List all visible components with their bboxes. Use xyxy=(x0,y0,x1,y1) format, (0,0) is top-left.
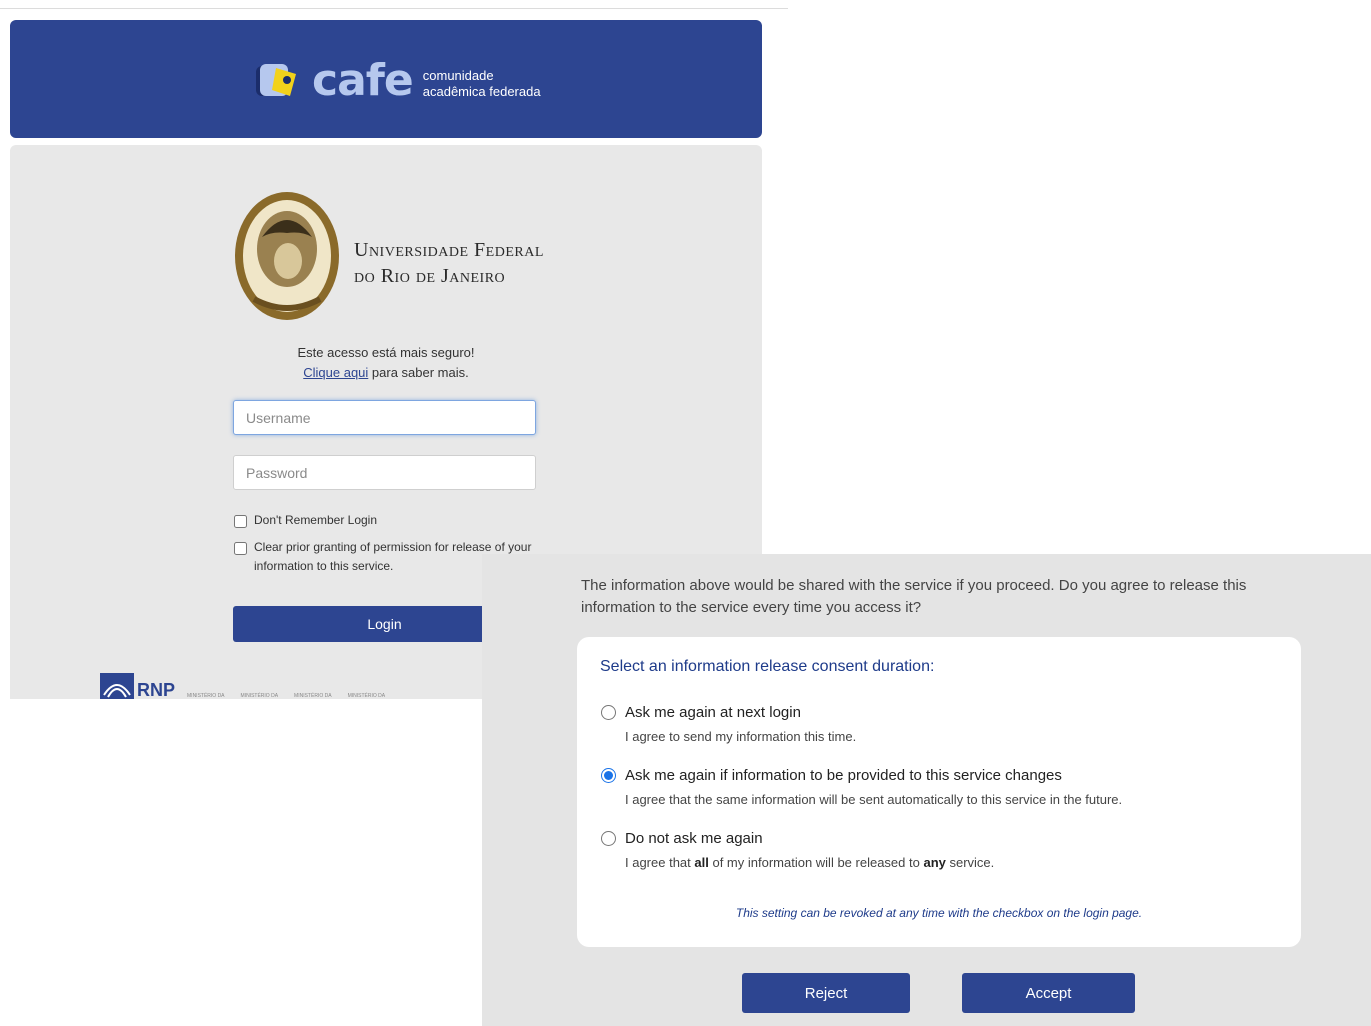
consent-option-next-login[interactable]: Ask me again at next login I agree to se… xyxy=(600,704,856,744)
consent-panel: The information above would be shared wi… xyxy=(482,554,1371,1026)
revoke-note: This setting can be revoked at any time … xyxy=(735,906,1143,920)
consent-option-never-ask[interactable]: Do not ask me again I agree that all of … xyxy=(600,830,994,870)
consent-card-title: Select an information release consent du… xyxy=(600,658,935,675)
option-description: I agree to send my information this time… xyxy=(625,729,857,744)
option-description: I agree that all of my information will … xyxy=(625,855,995,870)
dont-remember-login-label: Don't Remember Login xyxy=(254,513,378,527)
university-crest-icon xyxy=(232,189,342,323)
dont-remember-login-checkbox[interactable] xyxy=(234,515,247,528)
cafe-wordmark: cafe xyxy=(312,55,414,106)
secure-access-text: Este acesso está mais seguro! xyxy=(297,345,475,360)
cafe-logo: cafe comunidade acadêmica federada xyxy=(254,54,541,108)
cafe-header: cafe comunidade acadêmica federada xyxy=(10,20,762,138)
ministry-logo-2: MINISTÉRIO DA xyxy=(240,693,279,699)
dont-remember-login-row[interactable]: Don't Remember Login xyxy=(233,511,377,530)
option-label: Ask me again at next login xyxy=(625,704,801,721)
option-label: Ask me again if information to be provid… xyxy=(625,767,1062,784)
ministry-logo-1: MINISTÉRIO DA xyxy=(187,693,225,699)
rnp-logo-icon xyxy=(100,673,134,699)
top-divider xyxy=(0,8,788,9)
username-input[interactable] xyxy=(233,400,536,435)
ministry-logo-3: MINISTÉRIO DA xyxy=(294,693,332,699)
learn-more-link[interactable]: Clique aqui xyxy=(303,365,368,380)
cafe-subtitle: comunidade acadêmica federada xyxy=(422,68,541,99)
reject-button[interactable]: Reject xyxy=(742,973,910,1013)
option-label: Do not ask me again xyxy=(625,830,763,847)
password-input[interactable] xyxy=(233,455,536,490)
radio-never-ask[interactable] xyxy=(601,831,616,846)
cafe-mug-icon xyxy=(254,56,304,106)
university-name: Universidade Federal do Rio de Janeiro xyxy=(354,239,544,287)
ministry-logo-4: MINISTÉRIO DA xyxy=(347,693,386,699)
consent-duration-card: Select an information release consent du… xyxy=(577,637,1301,947)
consent-option-info-changes[interactable]: Ask me again if information to be provid… xyxy=(600,767,1122,807)
accept-button[interactable]: Accept xyxy=(962,973,1135,1013)
footer-logos: RNP MINISTÉRIO DA MINISTÉRIO DA MINISTÉR… xyxy=(100,671,401,699)
clear-prior-consent-checkbox[interactable] xyxy=(234,542,247,555)
learn-more-line: Clique aqui para saber mais. xyxy=(303,365,469,380)
option-description: I agree that the same information will b… xyxy=(625,792,1123,807)
radio-next-login[interactable] xyxy=(601,705,616,720)
rnp-label: RNP xyxy=(137,680,176,699)
consent-intro-text: The information above would be shared wi… xyxy=(581,577,1247,616)
radio-info-changes[interactable] xyxy=(601,768,616,783)
